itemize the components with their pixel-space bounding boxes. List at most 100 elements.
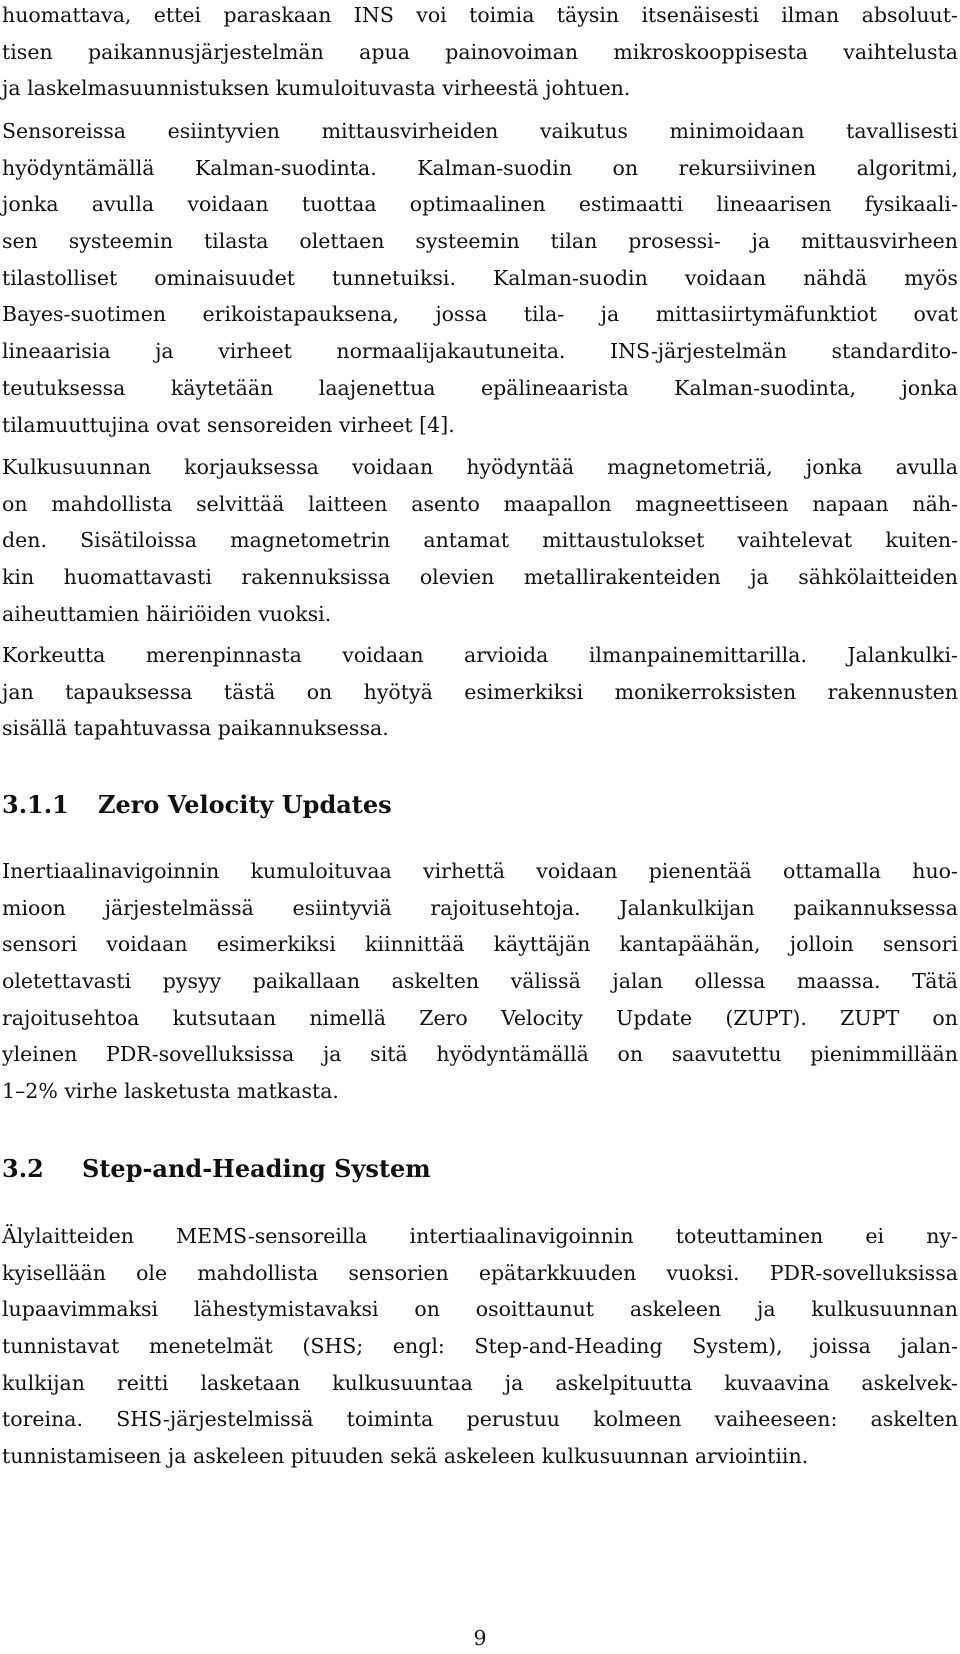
word: absoluut-	[861, 3, 958, 27]
text-line: sisällä tapahtuvassa paikannuksessa.	[2, 716, 389, 741]
word: asento	[411, 491, 480, 516]
word: saavutettu	[671, 1042, 782, 1067]
word: voidaan	[106, 932, 188, 957]
word: voidaan	[342, 643, 424, 667]
word: olevien	[419, 565, 495, 590]
text-line: rajoitusehtoa kutsutaan nimellä Zero Velocit…	[2, 1000, 958, 1037]
word: Velocity	[501, 1005, 583, 1030]
word: Jalankulki-	[847, 643, 958, 667]
text-line: tunnistamiseen ja askeleen pituuden sekä…	[2, 1444, 809, 1469]
word: on	[2, 491, 28, 516]
text-line: Bayes-suotimen erikoistapauksena, jossa til…	[2, 296, 958, 333]
word: mahdollista	[197, 1260, 319, 1285]
word: merenpinnasta	[145, 643, 302, 667]
word: Tätä	[912, 969, 958, 994]
word: pysyy	[162, 969, 222, 994]
word: erikoistapauksena,	[202, 302, 399, 327]
word: systeemin	[68, 229, 174, 254]
paragraph-barometer: Korkeutta merenpinnasta voidaan arvioida ilm…	[2, 637, 958, 747]
text-line: sensori voidaan esimerkiksi kiinnittää käytt…	[2, 926, 958, 963]
word: PDR-sovelluksissa	[769, 1260, 958, 1285]
section-heading-shs: 3.2 Step-and-Heading System	[2, 1154, 431, 1184]
word: pienimmillään	[810, 1042, 958, 1067]
word: on	[617, 1042, 644, 1067]
word: sitä	[370, 1042, 408, 1067]
word: on	[612, 155, 639, 180]
text-line: kin huomattavasti rakennuksissa olevien meta…	[2, 559, 958, 596]
text-line: Älylaitteiden MEMS-sensoreilla intertiaali…	[2, 1218, 958, 1255]
word: mikroskooppisesta	[613, 39, 808, 64]
word: voidaan	[351, 455, 434, 479]
word: pienentää	[648, 859, 752, 883]
word: kulkusuuntaa	[332, 1370, 473, 1395]
paragraph-kalman-filter: Sensoreissa esiintyvien mittausvirheiden va…	[2, 113, 958, 443]
word: menetelmät	[149, 1334, 273, 1359]
word: fysikaali-	[864, 192, 958, 217]
paragraph-shs: Älylaitteiden MEMS-sensoreilla intertiaali…	[2, 1218, 958, 1475]
word: laajenettua	[318, 375, 436, 400]
word: sähkölaitteiden	[798, 565, 958, 590]
word: rajoitusehtoja.	[430, 895, 581, 920]
text-line: sen systeemin tilasta olettaen systeemin tila…	[2, 223, 958, 260]
text-line: lupaavimmaksi lähestymistavaksi on osoittau…	[2, 1291, 958, 1328]
word: Zero	[419, 1005, 468, 1030]
word: oletettavasti	[2, 969, 132, 994]
word: ja	[155, 339, 174, 364]
word: sensorien	[348, 1260, 449, 1285]
word: Korkeutta	[2, 643, 106, 667]
word: välissä	[510, 969, 581, 994]
word: ja	[322, 1042, 342, 1067]
word: askeleen	[629, 1297, 722, 1322]
word: arvioida	[463, 643, 549, 667]
word: jonka	[805, 455, 863, 479]
word: askelvek-	[861, 1370, 958, 1395]
word: jalan	[612, 969, 663, 994]
text-line: ja laskelmasuunnistuksen kumuloituvasta …	[2, 76, 631, 101]
word: ja	[751, 229, 771, 254]
text-line: huomattava, ettei paraskaan INS voi toimia täy…	[2, 0, 958, 34]
word: tilastolliset	[2, 265, 118, 290]
word: maapallon	[503, 491, 612, 516]
word: ny-	[926, 1224, 958, 1248]
word: sensori	[882, 932, 958, 957]
heading-title: Step-and-Heading System	[82, 1154, 431, 1183]
word: ilman	[781, 3, 840, 27]
word: joissa	[812, 1334, 871, 1359]
word: minimoidaan	[669, 119, 805, 143]
text-line: 1–2% virhe lasketusta matkasta.	[2, 1079, 339, 1104]
word: (SHS;	[302, 1334, 364, 1359]
word: vuoksi.	[666, 1260, 740, 1285]
text-line: aiheuttamien häiriöiden vuoksi.	[2, 601, 332, 626]
word: Kalman-suodinta.	[194, 155, 377, 180]
word: hyödyntää	[466, 455, 575, 479]
word: Update	[616, 1005, 693, 1030]
word: MEMS-sensoreilla	[176, 1224, 368, 1248]
word: täysin	[556, 3, 620, 27]
word: vaihtelevat	[737, 528, 853, 553]
text-line: tilastolliset ominaisuudet tunnetuiksi. Kal…	[2, 260, 958, 297]
word: algoritmi,	[856, 155, 958, 180]
word: System),	[692, 1334, 783, 1359]
word: jolloin	[789, 932, 854, 957]
word: teutuksessa	[2, 375, 126, 400]
word: myös	[904, 265, 958, 290]
word: ilmanpainemittarilla.	[588, 643, 807, 667]
word: magnetometrin	[230, 528, 391, 553]
word: tilasta	[203, 229, 269, 254]
word: ja	[600, 302, 620, 327]
word: toreina.	[2, 1407, 84, 1432]
text-line: tisen paikannusjärjestelmän apua painovoima…	[2, 34, 958, 71]
word: ominaisuudet	[154, 265, 295, 290]
word: esimerkiksi	[216, 932, 336, 957]
word: INS-järjestelmän	[609, 339, 787, 364]
word: jonka	[901, 375, 958, 400]
word: epätarkkuuden	[478, 1260, 637, 1285]
word: paikallaan	[252, 969, 361, 994]
word: lasketaan	[200, 1370, 301, 1395]
word: Kulkusuunnan	[2, 455, 152, 479]
word: optimaalinen	[409, 192, 546, 217]
word: toimia	[469, 3, 535, 27]
word: normaalijakautuneita.	[336, 339, 566, 364]
word: käytetään	[170, 375, 274, 400]
word: paraskaan	[223, 3, 332, 27]
